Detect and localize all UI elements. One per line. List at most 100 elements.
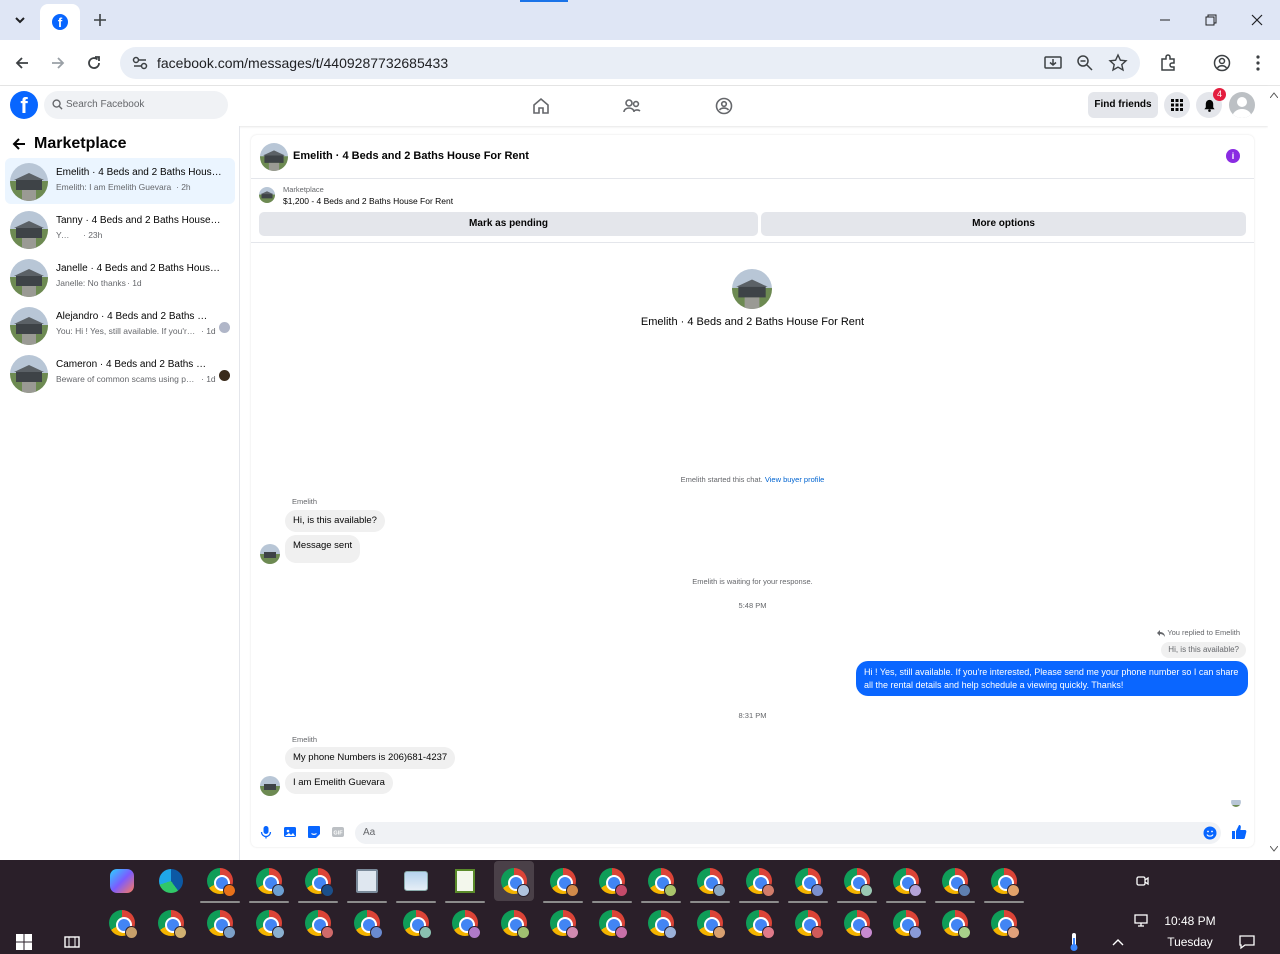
incoming-message[interactable]: Hi, is this available?	[285, 510, 385, 532]
reload-button[interactable]	[80, 49, 108, 77]
chrome-app-icon[interactable]	[886, 903, 926, 943]
chrome-app-icon[interactable]	[200, 861, 240, 901]
scroll-down-icon[interactable]	[1270, 846, 1278, 852]
message-input[interactable]: Aa	[355, 822, 1221, 844]
view-buyer-profile-link[interactable]: View buyer profile	[765, 475, 824, 484]
chrome-app-icon[interactable]	[543, 861, 583, 901]
chrome-app-icon[interactable]	[837, 861, 877, 901]
chrome-app-icon[interactable]	[445, 903, 485, 943]
contacts-app-icon[interactable]	[347, 861, 387, 901]
account-avatar[interactable]	[1229, 92, 1255, 118]
thumbs-up-icon[interactable]	[1231, 824, 1247, 840]
restore-button[interactable]	[1188, 6, 1234, 34]
conversation-item[interactable]: Emelith · 4 Beds and 2 Baths House For R…	[5, 158, 235, 204]
install-app-icon[interactable]	[1043, 53, 1063, 73]
profile-button[interactable]	[1208, 49, 1236, 77]
copilot-app-icon[interactable]	[102, 861, 142, 901]
gif-icon[interactable]: GIF	[331, 825, 345, 839]
chrome-app-icon[interactable]	[837, 903, 877, 943]
conversation-item[interactable]: Cameron · 4 Beds and 2 Baths House For R…	[5, 350, 235, 396]
start-button[interactable]	[14, 932, 34, 952]
close-window-button[interactable]	[1234, 6, 1280, 34]
home-icon[interactable]	[530, 95, 552, 117]
chrome-app-icon[interactable]	[788, 903, 828, 943]
chrome-app-icon[interactable]	[298, 903, 338, 943]
scroll-up-icon[interactable]	[1270, 92, 1278, 98]
clock-day[interactable]: Tuesday	[1160, 935, 1220, 949]
weather-widget[interactable]	[1064, 932, 1084, 952]
incoming-message[interactable]: Message sent	[285, 535, 361, 563]
chrome-app-icon[interactable]	[690, 861, 730, 901]
friends-icon[interactable]	[621, 95, 643, 117]
chrome-app-icon[interactable]	[641, 903, 681, 943]
chrome-app-icon[interactable]	[494, 861, 534, 901]
chrome-app-icon[interactable]	[543, 903, 583, 943]
chrome-app-icon[interactable]	[935, 903, 975, 943]
url-text[interactable]: facebook.com/messages/t/4409287732685433	[157, 55, 448, 71]
bookmark-star-icon[interactable]	[1108, 53, 1128, 73]
chrome-app-icon[interactable]	[396, 903, 436, 943]
sticker-icon[interactable]	[307, 825, 321, 839]
minimize-button[interactable]	[1142, 6, 1188, 34]
photo-icon[interactable]	[283, 825, 297, 839]
chrome-app-icon[interactable]	[494, 903, 534, 943]
chrome-app-icon[interactable]	[739, 861, 779, 901]
chrome-app-icon[interactable]	[347, 903, 387, 943]
task-view-button[interactable]	[62, 932, 82, 952]
chrome-app-icon[interactable]	[200, 903, 240, 943]
conversation-item[interactable]: Janelle · 4 Beds and 2 Baths House For R…	[5, 254, 235, 300]
listing-price-title[interactable]: $1,200 - 4 Beds and 2 Baths House For Re…	[283, 196, 453, 206]
notification-center-button[interactable]	[1237, 932, 1257, 952]
back-button[interactable]	[8, 49, 36, 77]
emoji-icon[interactable]	[1203, 826, 1217, 840]
extensions-button[interactable]	[1154, 49, 1182, 77]
menu-grid-button[interactable]	[1164, 92, 1190, 118]
chrome-app-icon[interactable]	[249, 903, 289, 943]
find-friends-button[interactable]: Find friends	[1088, 92, 1158, 118]
chrome-app-icon[interactable]	[739, 903, 779, 943]
chrome-app-icon[interactable]	[935, 861, 975, 901]
chrome-app-icon[interactable]	[298, 861, 338, 901]
chrome-app-icon[interactable]	[592, 903, 632, 943]
conversation-item[interactable]: Tanny · 4 Beds and 2 Baths House For Ren…	[5, 206, 235, 252]
chrome-app-icon[interactable]	[592, 861, 632, 901]
forward-button[interactable]	[44, 49, 72, 77]
chrome-app-icon[interactable]	[641, 861, 681, 901]
incoming-message[interactable]: My phone Numbers is 206)681-4237	[285, 747, 456, 769]
more-options-button[interactable]: More options	[761, 212, 1246, 236]
site-settings-icon[interactable]	[130, 53, 150, 73]
chrome-app-icon[interactable]	[690, 903, 730, 943]
chrome-app-icon[interactable]	[249, 861, 289, 901]
spreadsheet-app-icon[interactable]	[445, 861, 485, 901]
microphone-icon[interactable]	[259, 825, 273, 839]
tray-overflow-button[interactable]	[1108, 932, 1128, 952]
chrome-app-icon[interactable]	[886, 861, 926, 901]
search-input[interactable]: Search Facebook	[44, 91, 228, 119]
facebook-logo-icon[interactable]: f	[10, 91, 38, 119]
quoted-message[interactable]: Hi, is this available?	[1161, 642, 1246, 658]
conversation-item[interactable]: Alejandro · 4 Beds and 2 Baths House For…	[5, 302, 235, 348]
mark-as-pending-button[interactable]: Mark as pending	[259, 212, 758, 236]
photos-app-icon[interactable]	[396, 861, 436, 901]
tab-search-button[interactable]	[8, 8, 32, 32]
zoom-icon[interactable]	[1075, 53, 1095, 73]
chat-listing-thumbnail[interactable]	[260, 143, 288, 171]
chrome-app-icon[interactable]	[151, 903, 191, 943]
clock-time[interactable]: 10:48 PM	[1160, 914, 1220, 928]
incoming-message[interactable]: I am Emelith Guevara	[285, 772, 393, 794]
page-scrollbar[interactable]	[1268, 86, 1280, 860]
edge-app-icon[interactable]	[151, 861, 191, 901]
outgoing-message[interactable]: Hi ! Yes, still available. If you're int…	[856, 661, 1248, 696]
chrome-app-icon[interactable]	[102, 903, 142, 943]
chrome-app-icon[interactable]	[984, 903, 1024, 943]
chrome-app-icon[interactable]	[984, 861, 1024, 901]
chat-title[interactable]: Emelith · 4 Beds and 2 Baths House For R…	[293, 150, 529, 162]
chrome-app-icon[interactable]	[788, 861, 828, 901]
meet-now-button[interactable]	[1132, 871, 1152, 891]
groups-icon[interactable]	[713, 95, 735, 117]
tab-facebook[interactable]: f	[40, 4, 80, 40]
info-icon[interactable]: i	[1226, 149, 1240, 163]
network-button[interactable]	[1132, 911, 1152, 931]
browser-menu-button[interactable]	[1244, 49, 1272, 77]
new-tab-button[interactable]	[88, 8, 112, 32]
